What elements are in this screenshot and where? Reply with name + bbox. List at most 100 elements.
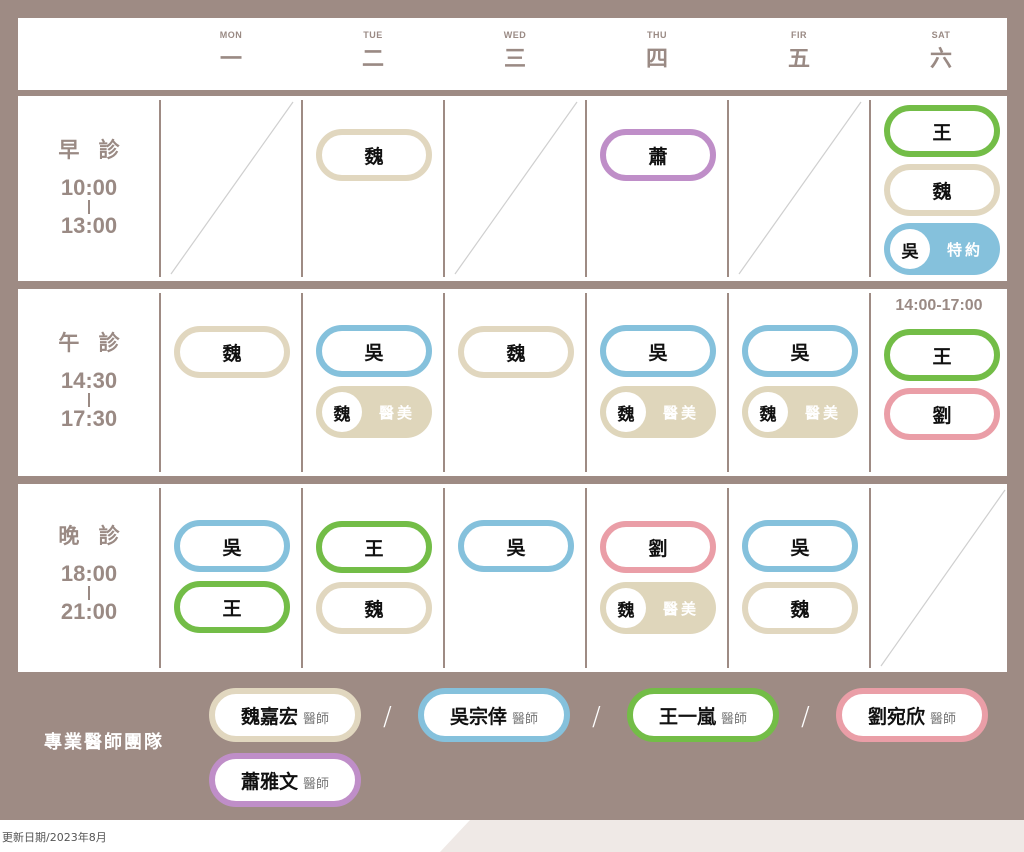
doctor-wu-pill: 吳 [316,325,432,377]
day-en: SAT [931,30,951,40]
doctor-wei-pill: 魏 [458,326,574,378]
session-afternoon: 午 診 14:30 17:30 [18,289,160,476]
doctor-wei-pill: 魏 [174,326,290,378]
cell-mon-afternoon: 魏 [161,289,301,476]
day-en: WED [503,30,527,40]
cell-sat-morning: 王 魏 吳 特約 [871,96,1011,281]
cell-tue-morning: 魏 [303,96,443,281]
time-separator [88,393,90,407]
session-start: 14:30 [60,368,118,393]
doctor-xiao-pill: 蕭 [600,129,716,181]
footer-decoration [440,820,1024,852]
doctor-wu-pill: 吳 [600,325,716,377]
aesthetic-pill: 魏 醫美 [600,582,716,634]
aesthetic-label: 醫美 [378,403,415,422]
member-title: 醫師 [303,711,330,727]
team-member-wu: 吳宗倖 醫師 [418,688,570,742]
day-mon: MON 一 [160,30,302,73]
team-member-xiao: 蕭雅文 醫師 [209,753,361,807]
session-evening: 晚 診 18:00 21:00 [18,484,160,672]
cell-wed-evening: 吳 [445,484,585,672]
team-divider: / [801,702,810,732]
day-en: TUE [363,30,383,40]
day-fri: FIR 五 [728,30,870,73]
time-separator [88,586,90,600]
aesthetic-pill: 魏 醫美 [600,386,716,438]
day-thu: THU 四 [586,30,728,73]
cell-fri-afternoon: 吳 魏 醫美 [729,289,869,476]
day-zh: 三 [503,47,526,72]
session-start: 18:00 [60,561,118,586]
closed-slash [454,101,578,275]
aesthetic-label: 醫美 [662,403,699,422]
doctor-wang-pill: 王 [174,581,290,633]
doctor-wu-pill: 吳 [742,520,858,572]
day-en: THU [647,30,667,40]
day-wed: WED 三 [444,30,586,73]
cell-wed-morning [445,96,585,281]
team-divider: / [592,702,601,732]
cell-thu-evening: 劉 魏 醫美 [587,484,727,672]
session-end: 21:00 [60,599,118,624]
aesthetic-pill: 魏 醫美 [742,386,858,438]
time-separator [88,200,90,214]
cell-thu-morning: 蕭 [587,96,727,281]
day-en: FIR [791,30,807,40]
cell-mon-evening: 吳 王 [161,484,301,672]
session-end: 17:30 [60,406,118,431]
cell-sat-afternoon: 14:00-17:00 王 劉 [871,289,1011,476]
doctor-wang-pill: 王 [316,521,432,573]
doctor-wei-pill: 魏 [316,129,432,181]
aesthetic-label: 醫美 [662,599,699,618]
session-name: 晚 診 [58,524,126,548]
cell-fri-morning [729,96,869,281]
row-evening: 晚 診 18:00 21:00 吳 王 王 魏 吳 劉 魏 醫美 吳 魏 [18,484,1007,672]
team-member-wang: 王一嵐 醫師 [627,688,779,742]
doctor-wei-circle: 魏 [748,392,788,432]
cell-thu-afternoon: 吳 魏 醫美 [587,289,727,476]
day-en: MON [219,30,243,40]
session-morning: 早 診 10:00 13:00 [18,96,160,281]
doctor-wu-circle: 吳 [890,229,930,269]
day-zh: 六 [929,47,952,72]
aesthetic-pill: 魏 醫美 [316,386,432,438]
day-header: MON 一 TUE 二 WED 三 THU 四 FIR 五 SAT 六 [18,18,1007,90]
member-title: 醫師 [512,711,539,727]
member-title: 醫師 [721,711,748,727]
appointment-pill: 吳 特約 [884,223,1000,275]
closed-slash [880,489,1006,667]
team-member-wei: 魏嘉宏 醫師 [209,688,361,742]
day-zh: 四 [645,47,668,72]
team-member-liu: 劉宛欣 醫師 [836,688,988,742]
member-title: 醫師 [303,776,330,792]
cell-wed-afternoon: 魏 [445,289,585,476]
session-end: 13:00 [60,213,118,238]
doctor-wang-pill: 王 [884,329,1000,381]
doctor-wei-circle: 魏 [606,588,646,628]
member-name: 劉宛欣 [867,705,925,728]
update-date: 更新日期/2023年8月 [2,831,107,844]
cell-sat-evening [871,484,1011,672]
team-title: 專業醫師團隊 [44,732,164,753]
session-name: 午 診 [58,331,126,355]
doctor-wu-pill: 吳 [458,520,574,572]
doctor-wang-pill: 王 [884,105,1000,157]
closed-slash [738,101,862,275]
doctor-liu-pill: 劉 [884,388,1000,440]
doctor-wu-pill: 吳 [742,325,858,377]
appointment-label: 特約 [946,240,983,259]
row-afternoon: 午 診 14:30 17:30 魏 吳 魏 醫美 魏 吳 魏 醫美 吳 魏 醫美… [18,289,1007,476]
day-zh: 五 [787,47,810,72]
aesthetic-label: 醫美 [804,403,841,422]
doctor-wei-circle: 魏 [606,392,646,432]
team-divider: / [383,702,392,732]
day-sat: SAT 六 [870,30,1012,73]
cell-tue-afternoon: 吳 魏 醫美 [303,289,443,476]
member-name: 蕭雅文 [240,770,298,793]
row-morning: 早 診 10:00 13:00 魏 蕭 王 魏 吳 特約 [18,96,1007,281]
member-title: 醫師 [930,711,957,727]
member-name: 王一嵐 [658,705,716,728]
cell-fri-evening: 吳 魏 [729,484,869,672]
day-zh: 一 [219,47,242,72]
cell-tue-evening: 王 魏 [303,484,443,672]
